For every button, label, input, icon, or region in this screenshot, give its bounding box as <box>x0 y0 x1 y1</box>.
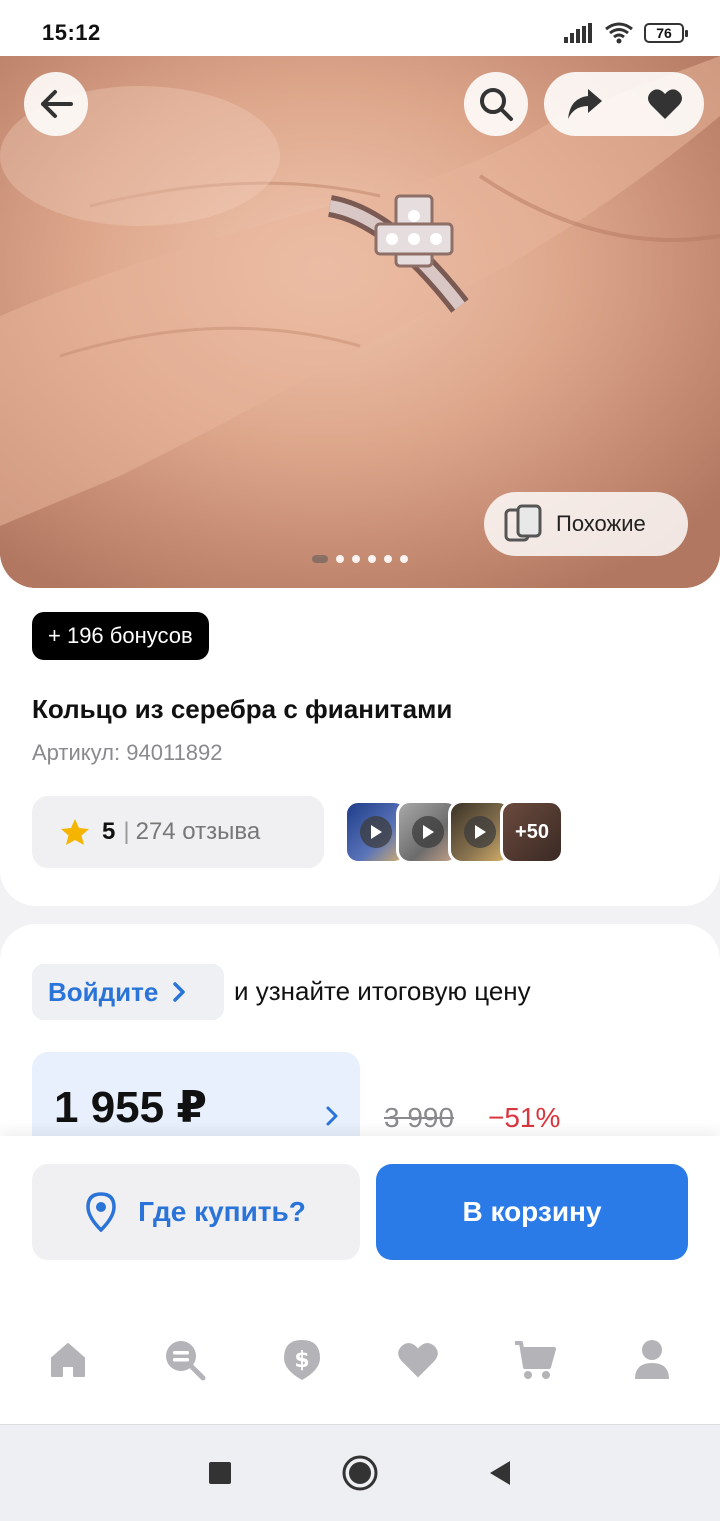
rating-value: 5 <box>102 818 116 845</box>
old-price: 3 990 <box>384 1102 455 1133</box>
chevron-right-icon <box>326 1106 338 1126</box>
login-hint: и узнайте итоговую цену <box>234 976 531 1006</box>
review-more-photos[interactable]: +50 <box>500 800 564 864</box>
location-pin-icon <box>86 1192 116 1232</box>
article-label: Артикул: <box>32 740 121 765</box>
home-icon <box>51 1343 86 1377</box>
catalog-search-icon <box>165 1341 206 1381</box>
current-price: 1 955 ₽ <box>54 1083 207 1132</box>
battery-indicator: 76 <box>644 23 688 43</box>
bonus-icon: $ <box>283 1340 320 1380</box>
search-icon <box>480 88 513 121</box>
play-icon <box>464 816 496 848</box>
article-value: 94011892 <box>126 740 223 765</box>
tab-home[interactable] <box>28 1320 108 1400</box>
where-to-buy-button[interactable]: Где купить? <box>32 1164 360 1260</box>
svg-text:$: $ <box>294 1348 309 1373</box>
more-media-count: +50 <box>515 820 549 843</box>
back-nav-icon[interactable] <box>488 1460 512 1486</box>
tab-favorites[interactable] <box>378 1320 458 1400</box>
add-to-cart-button[interactable]: В корзину <box>376 1164 688 1260</box>
status-bar: 15:12 76 <box>0 0 720 56</box>
profile-icon <box>634 1340 669 1379</box>
article-number: Артикул: 94011892 <box>32 740 223 766</box>
login-label: Войдите <box>48 976 159 1007</box>
heart-icon[interactable] <box>647 88 683 120</box>
where-to-buy-label: Где купить? <box>138 1196 306 1227</box>
cart-icon <box>514 1341 556 1379</box>
signal-icon <box>564 23 592 43</box>
gallery-pagination <box>312 555 408 563</box>
share-favorite-group <box>544 72 704 136</box>
search-button[interactable] <box>464 72 528 136</box>
product-info-card: + 196 бонусов Кольцо из серебра с фианит… <box>0 588 720 906</box>
back-button[interactable] <box>24 72 88 136</box>
similar-button[interactable]: Похожие <box>484 492 688 556</box>
tab-cart[interactable] <box>495 1320 575 1400</box>
chevron-right-icon <box>173 982 186 1002</box>
review-media-strip[interactable]: +50 <box>344 800 564 864</box>
pagination-dot <box>384 555 392 563</box>
bonus-badge: + 196 бонусов <box>32 612 209 660</box>
star-icon <box>61 819 89 845</box>
pagination-dot <box>400 555 408 563</box>
similar-cards-icon <box>504 504 542 542</box>
wifi-icon <box>605 22 633 44</box>
pagination-dot <box>336 555 344 563</box>
system-nav-bar <box>0 1424 720 1521</box>
pagination-dot <box>368 555 376 563</box>
share-icon[interactable] <box>566 87 604 121</box>
recents-icon[interactable] <box>208 1461 232 1485</box>
rating-reviews-button[interactable]: 5 | 274 отзыва <box>32 796 324 868</box>
tab-bonuses[interactable]: $ <box>262 1320 342 1400</box>
status-time: 15:12 <box>42 20 101 45</box>
pagination-dot-active <box>312 555 328 563</box>
play-icon <box>360 816 392 848</box>
reviews-count: 274 отзыва <box>135 818 261 845</box>
rating-separator: | <box>123 818 130 845</box>
favorites-icon <box>398 1343 439 1378</box>
product-image-gallery[interactable]: Похожие <box>0 56 720 588</box>
similar-label: Похожие <box>556 511 646 536</box>
home-nav-icon[interactable] <box>342 1455 378 1491</box>
status-icons: 76 <box>564 22 688 44</box>
tab-catalog[interactable] <box>145 1320 225 1400</box>
product-title: Кольцо из серебра с фианитами <box>32 694 453 724</box>
bottom-action-bar: Где купить? В корзину <box>0 1136 720 1296</box>
bottom-tab-bar: $ <box>0 1296 720 1424</box>
login-button[interactable]: Войдите <box>32 964 224 1020</box>
discount-percent: −51% <box>488 1102 561 1133</box>
pagination-dot <box>352 555 360 563</box>
add-to-cart-label: В корзину <box>462 1196 602 1227</box>
arrow-left-icon <box>41 90 73 118</box>
play-icon <box>412 816 444 848</box>
tab-profile[interactable] <box>612 1320 692 1400</box>
